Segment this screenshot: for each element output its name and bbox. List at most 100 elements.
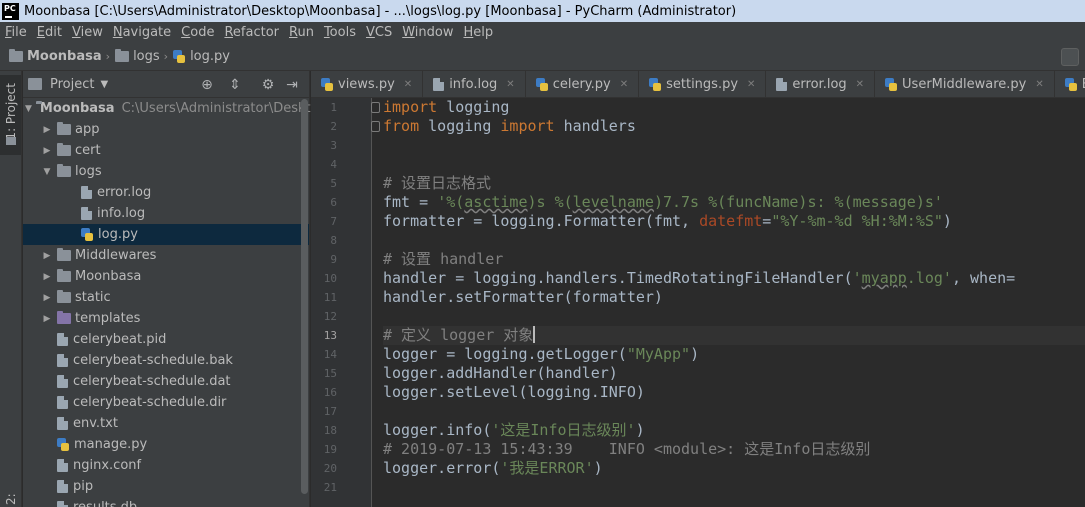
menu-window[interactable]: Window (397, 25, 458, 40)
menu-code[interactable]: Code (176, 25, 219, 40)
tab-errormiddleware-py[interactable]: ErrorMiddleware.py✕ (1055, 71, 1085, 97)
breadcrumb-project[interactable]: Moonbasa (9, 49, 102, 64)
tree-item-celerybeat-schedule-bak[interactable]: celerybeat-schedule.bak (23, 350, 309, 371)
tree-item-nginx-conf[interactable]: nginx.conf (23, 455, 309, 476)
menu-file[interactable]: File (0, 25, 32, 40)
close-icon[interactable]: ✕ (856, 79, 864, 90)
code-line[interactable]: formatter = logging.Formatter(fmt, datef… (383, 212, 952, 231)
chevron-right-icon[interactable]: ▶ (41, 293, 53, 303)
tree-item-templates[interactable]: ▶ templates (23, 308, 309, 329)
code-line[interactable]: fmt = '%(asctime)s %(levelname)7.7s %(fu… (383, 193, 943, 212)
chevron-right-icon[interactable]: ▶ (41, 272, 53, 282)
code-line[interactable]: logger = logging.getLogger("MyApp") (383, 345, 699, 364)
tree-item-manage-py[interactable]: manage.py (23, 434, 309, 455)
tree-item-results-db[interactable]: results.db (23, 497, 309, 507)
line-number: 7 (330, 215, 337, 228)
tree-item-static[interactable]: ▶ static (23, 287, 309, 308)
tree-item-pip[interactable]: pip (23, 476, 309, 497)
menu-navigate[interactable]: Navigate (108, 25, 176, 40)
tree-item-label: static (75, 290, 111, 305)
code-line[interactable]: handler = logging.handlers.TimedRotating… (383, 269, 1015, 288)
fold-marker-icon[interactable] (371, 121, 380, 132)
hide-panel-icon[interactable]: ⇥ (284, 77, 300, 93)
line-number: 19 (323, 443, 337, 456)
line-number: 17 (323, 405, 337, 418)
tree-root[interactable]: ▼ Moonbasa C:\Users\Administrator\Deskto… (23, 98, 398, 119)
collapse-all-icon[interactable]: ⇕ (227, 77, 243, 93)
chevron-down-icon[interactable]: ▼ (41, 167, 53, 177)
menu-vcs[interactable]: VCS (361, 25, 397, 40)
close-icon[interactable]: ✕ (1035, 79, 1043, 90)
close-icon[interactable]: ✕ (620, 79, 628, 90)
tree-item-env-txt[interactable]: env.txt (23, 413, 309, 434)
menu-mnemonic: N (112, 25, 123, 40)
chevron-right-icon[interactable]: ▶ (41, 146, 53, 156)
tree-item-middlewares[interactable]: ▶ Middlewares (23, 245, 309, 266)
menu-view[interactable]: View (67, 25, 108, 40)
code-line[interactable]: # 设置日志格式 (383, 174, 491, 193)
code-token: # 设置 handler (383, 250, 504, 268)
tree-item-log-py[interactable]: log.py (23, 224, 309, 245)
code-line[interactable]: handler.setFormatter(formatter) (383, 288, 663, 307)
tree-item-celerybeat-schedule-dat[interactable]: celerybeat-schedule.dat (23, 371, 309, 392)
tab-views-py[interactable]: views.py ✕ (311, 71, 424, 97)
menu-tools[interactable]: Tools (319, 25, 361, 40)
expand-arrow-icon[interactable]: ▼ (25, 104, 32, 114)
menu-refactor[interactable]: Refactor (219, 25, 284, 40)
tree-item-moonbasa[interactable]: ▶ Moonbasa (23, 266, 309, 287)
tree-item-info-log[interactable]: info.log (23, 203, 309, 224)
tree-item-error-log[interactable]: error.log (23, 182, 309, 203)
menu-help[interactable]: Help (459, 25, 499, 40)
code-line[interactable]: logger.error('我是ERROR') (383, 459, 603, 478)
close-icon[interactable]: ✕ (506, 79, 514, 90)
python-file-icon (649, 78, 662, 91)
code-line[interactable]: # 设置 handler (383, 250, 503, 269)
chevron-down-icon[interactable]: ▼ (100, 79, 108, 90)
line-number: 8 (330, 234, 337, 247)
line-number: 15 (323, 367, 337, 380)
project-scrollbar[interactable] (301, 99, 308, 494)
tab-info-log[interactable]: info.log ✕ (423, 71, 526, 97)
folder-icon (57, 269, 71, 282)
tree-item-app[interactable]: ▶ app (23, 119, 309, 140)
code-line[interactable]: logger.setLevel(logging.INFO) (383, 383, 645, 402)
code-line[interactable]: from logging import handlers (383, 117, 636, 136)
folder-icon (115, 49, 130, 62)
tree-item-cert[interactable]: ▶ cert (23, 140, 309, 161)
chevron-right-icon[interactable]: ▶ (41, 251, 53, 261)
breadcrumb-logs[interactable]: logs (115, 49, 160, 64)
code-line[interactable]: logger.info('这是Info日志级别') (383, 421, 645, 440)
title-bar: PC Moonbasa [C:\Users\Administrator\Desk… (0, 0, 1085, 22)
close-icon[interactable]: ✕ (747, 79, 755, 90)
code-line[interactable]: import logging (383, 98, 509, 117)
tab-usermiddleware-py[interactable]: UserMiddleware.py ✕ (875, 71, 1055, 97)
tab-error-log[interactable]: error.log ✕ (766, 71, 876, 97)
tab-settings-py[interactable]: settings.py ✕ (639, 71, 767, 97)
code-line[interactable]: # 2019-07-13 15:43:39 INFO <module>: 这是I… (383, 440, 870, 459)
toolbar-toggle-button[interactable] (1061, 48, 1079, 66)
favorites-tab-label[interactable]: 2: Favorites (4, 489, 18, 505)
code-token: asctime (464, 193, 528, 211)
code-editor[interactable]: import logging from logging import handle… (383, 98, 1085, 507)
project-tool-window-tab[interactable]: 1: Project (0, 75, 21, 155)
tree-item-label: log.py (98, 227, 138, 242)
chevron-right-icon[interactable]: ▶ (41, 125, 53, 135)
line-number: 1 (330, 101, 337, 114)
tree-item-celerybeat-schedule-dir[interactable]: celerybeat-schedule.dir (23, 392, 309, 413)
crosshair-icon[interactable]: ⊕ (199, 77, 215, 93)
breadcrumb-file[interactable]: log.py (173, 49, 230, 64)
fold-marker-icon[interactable] (371, 102, 380, 113)
chevron-right-icon[interactable]: ▶ (41, 314, 53, 324)
menu-label-rest: dit (45, 25, 62, 40)
gear-icon[interactable]: ⚙ (260, 77, 276, 93)
code-line[interactable]: logger.addHandler(handler) (383, 364, 618, 383)
code-token: logging (419, 117, 501, 135)
menu-edit[interactable]: Edit (32, 25, 67, 40)
code-line[interactable]: # 定义 logger 对象 (383, 326, 536, 345)
tree-item-celerybeat-pid[interactable]: celerybeat.pid (23, 329, 309, 350)
menu-run[interactable]: Run (284, 25, 319, 40)
tab-celery-py[interactable]: celery.py ✕ (526, 71, 640, 97)
project-view-selector[interactable]: Project (50, 77, 94, 92)
close-icon[interactable]: ✕ (404, 79, 412, 90)
tree-item-logs[interactable]: ▼ logs (23, 161, 309, 182)
